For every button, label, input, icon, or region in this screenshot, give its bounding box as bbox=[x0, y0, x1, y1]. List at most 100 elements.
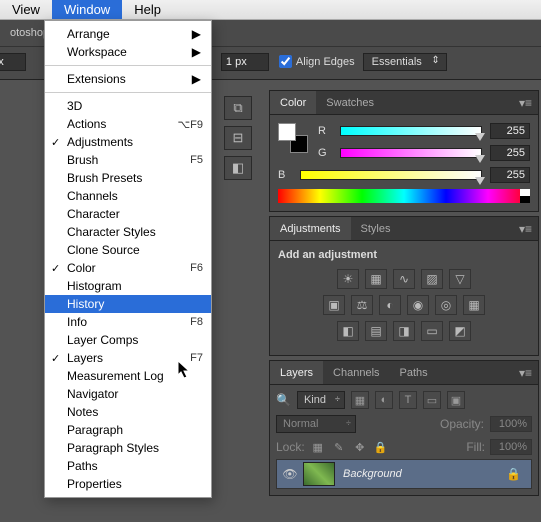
posterize-icon[interactable]: ▤ bbox=[365, 321, 387, 341]
lock-pixels-icon[interactable]: ✎ bbox=[331, 439, 347, 455]
menu-channels[interactable]: Channels bbox=[45, 187, 211, 205]
menu-character-styles[interactable]: Character Styles bbox=[45, 223, 211, 241]
gradient-map-icon[interactable]: ▭ bbox=[421, 321, 443, 341]
color-lookup-icon[interactable]: ▦ bbox=[463, 295, 485, 315]
filter-pixel-icon[interactable]: ▦ bbox=[351, 391, 369, 409]
menu-window[interactable]: Window bbox=[52, 0, 122, 19]
tab-swatches[interactable]: Swatches bbox=[316, 91, 384, 114]
g-value[interactable] bbox=[490, 145, 530, 161]
curves-icon[interactable]: ∿ bbox=[393, 269, 415, 289]
invert-icon[interactable]: ◧ bbox=[337, 321, 359, 341]
hue-sat-icon[interactable]: ▣ bbox=[323, 295, 345, 315]
panel-menu-icon[interactable]: ▾≡ bbox=[513, 96, 538, 110]
lock-transparency-icon[interactable]: ▦ bbox=[310, 439, 326, 455]
color-balance-icon[interactable]: ⚖ bbox=[351, 295, 373, 315]
menu-paragraph-styles[interactable]: Paragraph Styles bbox=[45, 439, 211, 457]
menu-navigator[interactable]: Navigator bbox=[45, 385, 211, 403]
bw-icon[interactable]: ◐ bbox=[379, 295, 401, 315]
menu-adjustments[interactable]: ✓Adjustments bbox=[45, 133, 211, 151]
foreground-swatch[interactable] bbox=[278, 123, 296, 141]
filter-shape-icon[interactable]: ▭ bbox=[423, 391, 441, 409]
layer-thumbnail[interactable] bbox=[303, 462, 335, 486]
selective-color-icon[interactable]: ◩ bbox=[449, 321, 471, 341]
menu-brush[interactable]: BrushF5 bbox=[45, 151, 211, 169]
opacity-value[interactable]: 100% bbox=[490, 416, 532, 432]
menu-notes[interactable]: Notes bbox=[45, 403, 211, 421]
menu-clone-source[interactable]: Clone Source bbox=[45, 241, 211, 259]
lock-all-icon[interactable]: 🔒 bbox=[373, 439, 389, 455]
menu-layer-comps[interactable]: Layer Comps bbox=[45, 331, 211, 349]
lock-position-icon[interactable]: ✥ bbox=[352, 439, 368, 455]
threshold-icon[interactable]: ◨ bbox=[393, 321, 415, 341]
photo-filter-icon[interactable]: ◉ bbox=[407, 295, 429, 315]
tab-color[interactable]: Color bbox=[270, 91, 316, 114]
menu-3d[interactable]: 3D bbox=[45, 97, 211, 115]
submenu-arrow-icon: ▶ bbox=[192, 27, 201, 41]
width-field[interactable] bbox=[0, 53, 26, 71]
fill-value[interactable]: 100% bbox=[490, 439, 532, 455]
menu-help[interactable]: Help bbox=[122, 0, 173, 19]
color-tabbar: Color Swatches ▾≡ bbox=[270, 91, 538, 115]
slider-thumb-icon[interactable] bbox=[475, 133, 485, 141]
dock-properties-icon[interactable]: ⊟ bbox=[224, 126, 252, 150]
layer-row-background[interactable]: 👁 Background 🔒 bbox=[276, 459, 532, 489]
vibrance-icon[interactable]: ▽ bbox=[449, 269, 471, 289]
workspace-select[interactable]: Essentials bbox=[363, 53, 447, 71]
channel-mixer-icon[interactable]: ◎ bbox=[435, 295, 457, 315]
panel-menu-icon[interactable]: ▾≡ bbox=[513, 366, 538, 380]
tab-layers[interactable]: Layers bbox=[270, 361, 323, 384]
slider-thumb-icon[interactable] bbox=[475, 177, 485, 185]
r-slider[interactable] bbox=[340, 126, 482, 136]
align-edges-label: Align Edges bbox=[296, 56, 355, 68]
layer-name[interactable]: Background bbox=[343, 468, 496, 480]
submenu-arrow-icon: ▶ bbox=[192, 45, 201, 59]
cursor-icon bbox=[178, 361, 192, 379]
menu-color[interactable]: ✓ColorF6 bbox=[45, 259, 211, 277]
filter-type-icon[interactable]: T bbox=[399, 391, 417, 409]
menu-properties[interactable]: Properties bbox=[45, 475, 211, 493]
dock-info-icon[interactable]: ◧ bbox=[224, 156, 252, 180]
color-spectrum[interactable] bbox=[278, 189, 530, 203]
b-value[interactable] bbox=[490, 167, 530, 183]
brightness-contrast-icon[interactable]: ☀ bbox=[337, 269, 359, 289]
align-edges-checkbox[interactable] bbox=[279, 55, 292, 68]
tab-adjustments[interactable]: Adjustments bbox=[270, 217, 351, 240]
menu-extensions[interactable]: Extensions▶ bbox=[45, 70, 211, 88]
menu-arrange[interactable]: Arrange▶ bbox=[45, 25, 211, 43]
filter-kind-select[interactable]: Kind bbox=[297, 391, 345, 409]
filter-smart-icon[interactable]: ▣ bbox=[447, 391, 465, 409]
b-slider[interactable] bbox=[300, 170, 482, 180]
foreground-background-swatch[interactable] bbox=[278, 123, 308, 153]
menu-paragraph[interactable]: Paragraph bbox=[45, 421, 211, 439]
menu-workspace[interactable]: Workspace▶ bbox=[45, 43, 211, 61]
menu-info[interactable]: InfoF8 bbox=[45, 313, 211, 331]
tab-channels[interactable]: Channels bbox=[323, 361, 389, 384]
menu-character[interactable]: Character bbox=[45, 205, 211, 223]
r-label: R bbox=[318, 125, 332, 137]
adjustments-tabbar: Adjustments Styles ▾≡ bbox=[270, 217, 538, 241]
menu-view[interactable]: View bbox=[0, 0, 52, 19]
levels-icon[interactable]: ▦ bbox=[365, 269, 387, 289]
blend-mode-select[interactable]: Normal bbox=[276, 415, 356, 433]
menu-paths[interactable]: Paths bbox=[45, 457, 211, 475]
slider-thumb-icon[interactable] bbox=[475, 155, 485, 163]
exposure-icon[interactable]: ▨ bbox=[421, 269, 443, 289]
r-value[interactable] bbox=[490, 123, 530, 139]
g-slider[interactable] bbox=[340, 148, 482, 158]
menu-separator bbox=[45, 65, 211, 66]
dock-history-icon[interactable]: ⧉ bbox=[224, 96, 252, 120]
fill-label: Fill: bbox=[466, 440, 485, 454]
menu-history[interactable]: History bbox=[45, 295, 211, 313]
menu-actions[interactable]: Actions⌥F9 bbox=[45, 115, 211, 133]
tab-styles[interactable]: Styles bbox=[351, 217, 401, 240]
layer-lock-icon: 🔒 bbox=[496, 467, 531, 481]
g-label: G bbox=[318, 147, 332, 159]
height-field[interactable] bbox=[221, 53, 269, 71]
menu-brush-presets[interactable]: Brush Presets bbox=[45, 169, 211, 187]
tab-paths[interactable]: Paths bbox=[390, 361, 438, 384]
filter-adjust-icon[interactable]: ◐ bbox=[375, 391, 393, 409]
check-icon: ✓ bbox=[51, 262, 60, 275]
menu-histogram[interactable]: Histogram bbox=[45, 277, 211, 295]
panel-menu-icon[interactable]: ▾≡ bbox=[513, 222, 538, 236]
visibility-icon[interactable]: 👁 bbox=[277, 467, 303, 481]
